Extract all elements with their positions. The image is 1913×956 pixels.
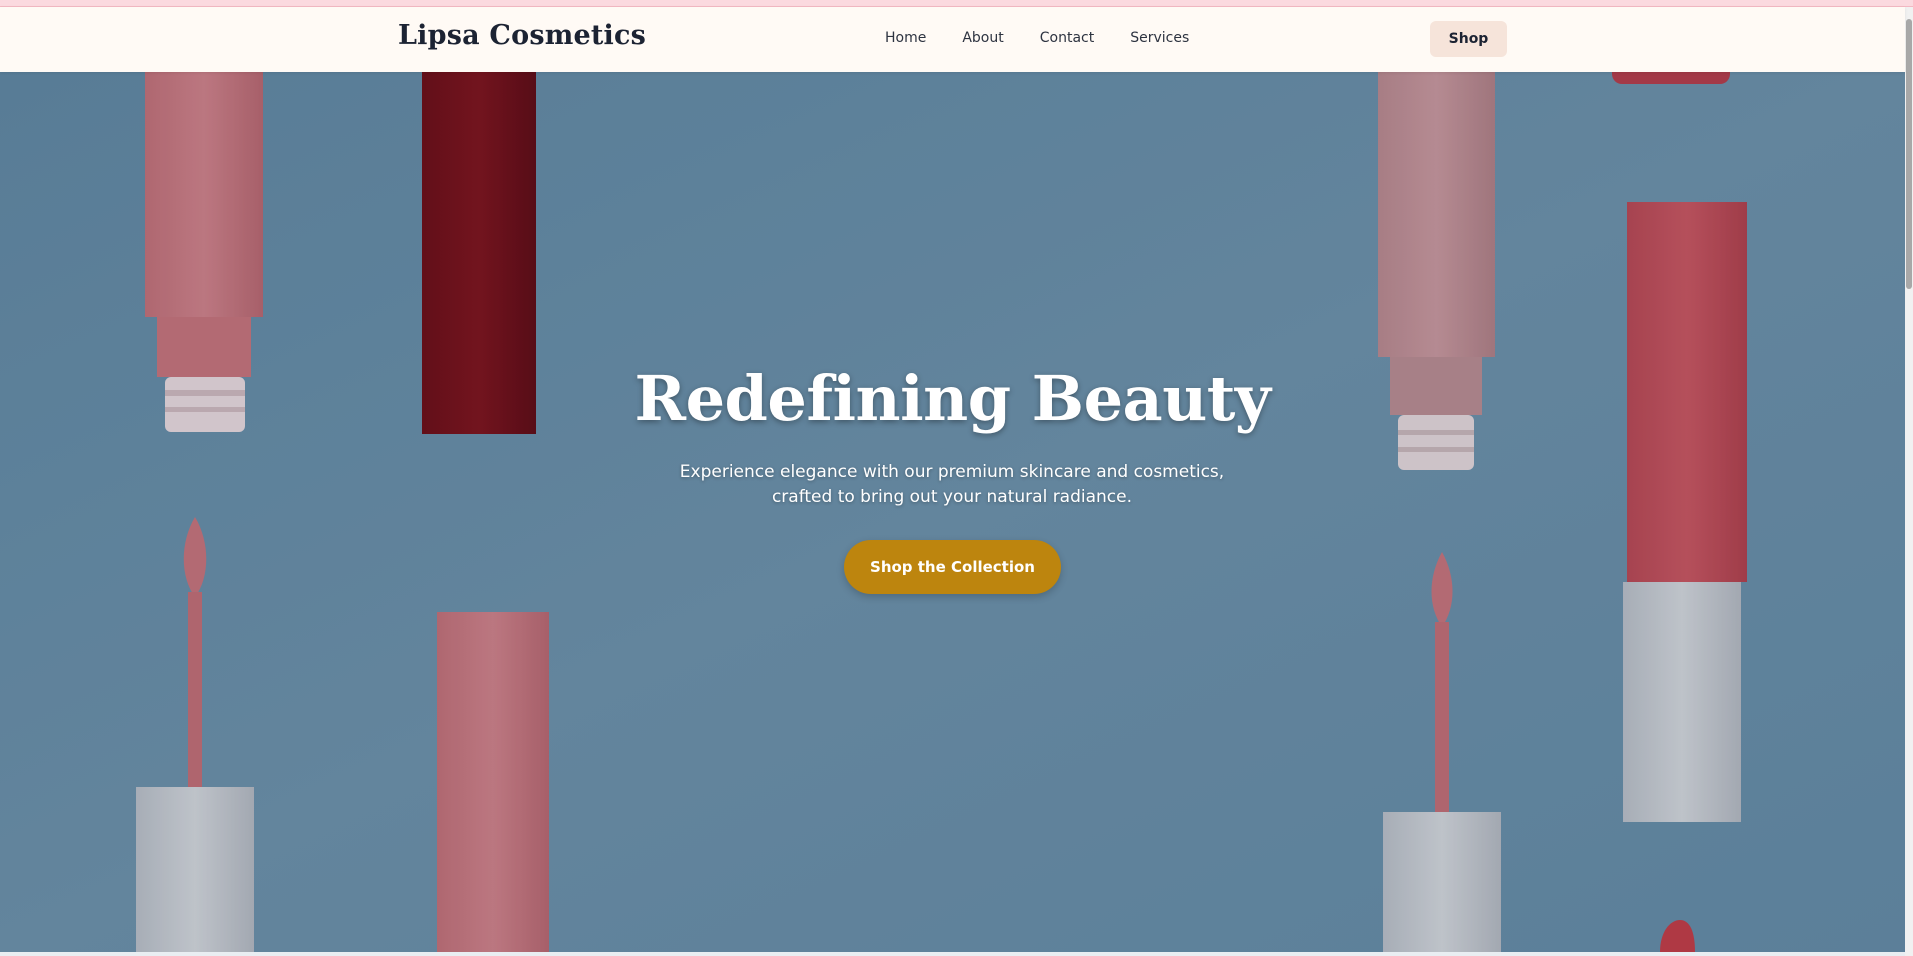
navbar: Lipsa Cosmetics Home About Contact Servi…	[0, 7, 1905, 72]
bottom-strip	[0, 952, 1905, 956]
brand-logo[interactable]: Lipsa Cosmetics	[398, 20, 646, 51]
nav-link-home[interactable]: Home	[885, 30, 926, 46]
scrollbar-thumb[interactable]	[1906, 19, 1912, 289]
hero-section: Redefining Beauty Experience elegance wi…	[0, 72, 1905, 952]
hero-subtitle: Experience elegance with our premium ski…	[679, 462, 1225, 507]
nav-link-services[interactable]: Services	[1130, 30, 1189, 46]
page-scrollbar[interactable]	[1905, 7, 1913, 956]
hero-title: Redefining Beauty	[634, 362, 1271, 435]
nav-link-contact[interactable]: Contact	[1040, 30, 1094, 46]
nav-links: Home About Contact Services	[885, 30, 1189, 46]
hero-overlay	[0, 72, 1905, 952]
browser-top-strip	[0, 0, 1913, 7]
nav-link-about[interactable]: About	[962, 30, 1003, 46]
shop-the-collection-button[interactable]: Shop the Collection	[844, 540, 1061, 594]
shop-button[interactable]: Shop	[1430, 21, 1507, 57]
